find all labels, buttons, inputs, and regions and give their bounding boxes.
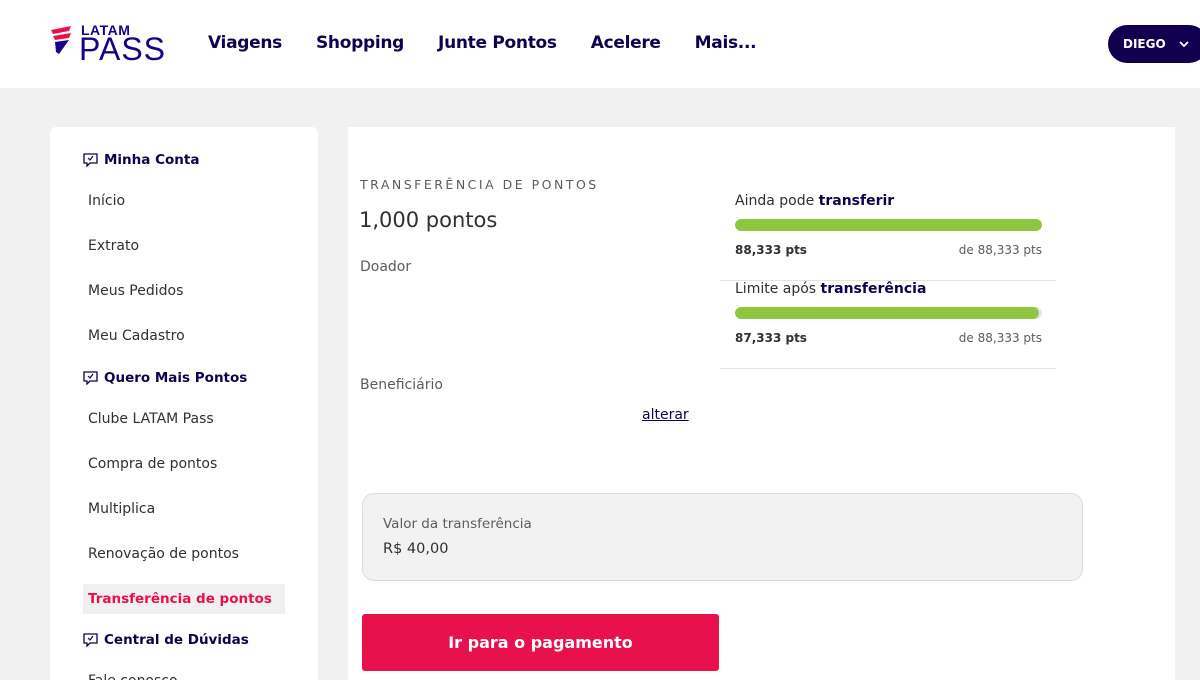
top-header: LATAM PASS Viagens Shopping Junte Pontos… [0,0,1200,88]
nav-mais[interactable]: Mais... [695,33,757,53]
section-title: Central de Dúvidas [104,632,249,648]
sidebar-item-renovacao-de-pontos[interactable]: Renovação de pontos [83,539,285,569]
bar-label-bold: transferir [818,193,895,209]
beneficiary-label: Beneficiário [360,377,443,393]
chat-icon [83,633,98,647]
go-to-payment-button[interactable]: Ir para o pagamento [362,614,719,671]
main-nav: Viagens Shopping Junte Pontos Acelere Ma… [208,33,790,53]
section-minha-conta: Minha Conta [83,152,199,168]
user-menu-button[interactable]: DIEGO [1108,25,1200,63]
page-title: TRANSFERÊNCIA DE PONTOS [360,177,599,192]
sidebar-item-compra-de-pontos[interactable]: Compra de pontos [83,449,285,479]
nav-junte-pontos[interactable]: Junte Pontos [438,33,557,53]
transfer-value-box: Valor da transferência R$ 40,00 [362,493,1083,581]
bar-label-prefix: Limite após [735,281,821,297]
chat-icon [83,153,98,167]
sidebar-item-inicio[interactable]: Início [83,186,285,216]
section-title: Minha Conta [104,152,200,168]
transfer-value-label: Valor da transferência [383,516,532,532]
latam-pass-logo[interactable]: LATAM PASS [49,22,174,66]
progress-track [735,307,1042,319]
section-title: Quero Mais Pontos [104,370,248,386]
transfer-panel: TRANSFERÊNCIA DE PONTOS 1,000 pontos Doa… [348,127,1175,680]
bar-max: de 88,333 pts [958,331,1042,345]
transfer-points: 1,000 pontos [359,208,498,232]
bar-value: 87,333 pts [735,331,807,345]
account-sidebar: Minha Conta Início Extrato Meus Pedidos … [50,127,318,680]
progress-fill [735,307,1039,319]
available-transfer-bar: Ainda pode transferir 88,333 pts de 88,3… [720,193,1056,281]
sidebar-item-meu-cadastro[interactable]: Meu Cadastro [83,321,285,351]
chevron-down-icon [1179,41,1189,48]
progress-track [735,219,1042,231]
section-quero-mais-pontos: Quero Mais Pontos [83,370,247,386]
logo-text-pass: PASS [79,31,166,67]
bar-label-bold: transferência [820,281,927,297]
chat-icon [83,371,98,385]
bar-max: de 88,333 pts [958,243,1042,257]
bar-label: Limite após transferência [735,281,926,297]
nav-viagens[interactable]: Viagens [208,33,282,53]
sidebar-item-multiplica[interactable]: Multiplica [83,494,285,524]
sidebar-item-extrato[interactable]: Extrato [83,231,285,261]
section-central-de-duvidas: Central de Dúvidas [83,632,249,648]
bar-label: Ainda pode transferir [735,193,894,209]
sidebar-item-transferencia-de-pontos[interactable]: Transferência de pontos [83,584,285,614]
bar-label-prefix: Ainda pode [735,193,819,209]
limit-after-transfer-bar: Limite após transferência 87,333 pts de … [720,281,1056,369]
nav-shopping[interactable]: Shopping [316,33,404,53]
progress-fill [735,219,1042,231]
nav-acelere[interactable]: Acelere [591,33,661,53]
latam-logo-icon [51,26,71,54]
user-name: DIEGO [1123,37,1166,51]
sidebar-item-meus-pedidos[interactable]: Meus Pedidos [83,276,285,306]
transfer-value-amount: R$ 40,00 [383,541,449,557]
sidebar-item-fale-conosco[interactable]: Fale conosco [83,666,285,680]
bar-value: 88,333 pts [735,243,807,257]
sidebar-item-clube-latam-pass[interactable]: Clube LATAM Pass [83,404,285,434]
change-beneficiary-link[interactable]: alterar [642,407,689,423]
donor-label: Doador [360,259,412,275]
